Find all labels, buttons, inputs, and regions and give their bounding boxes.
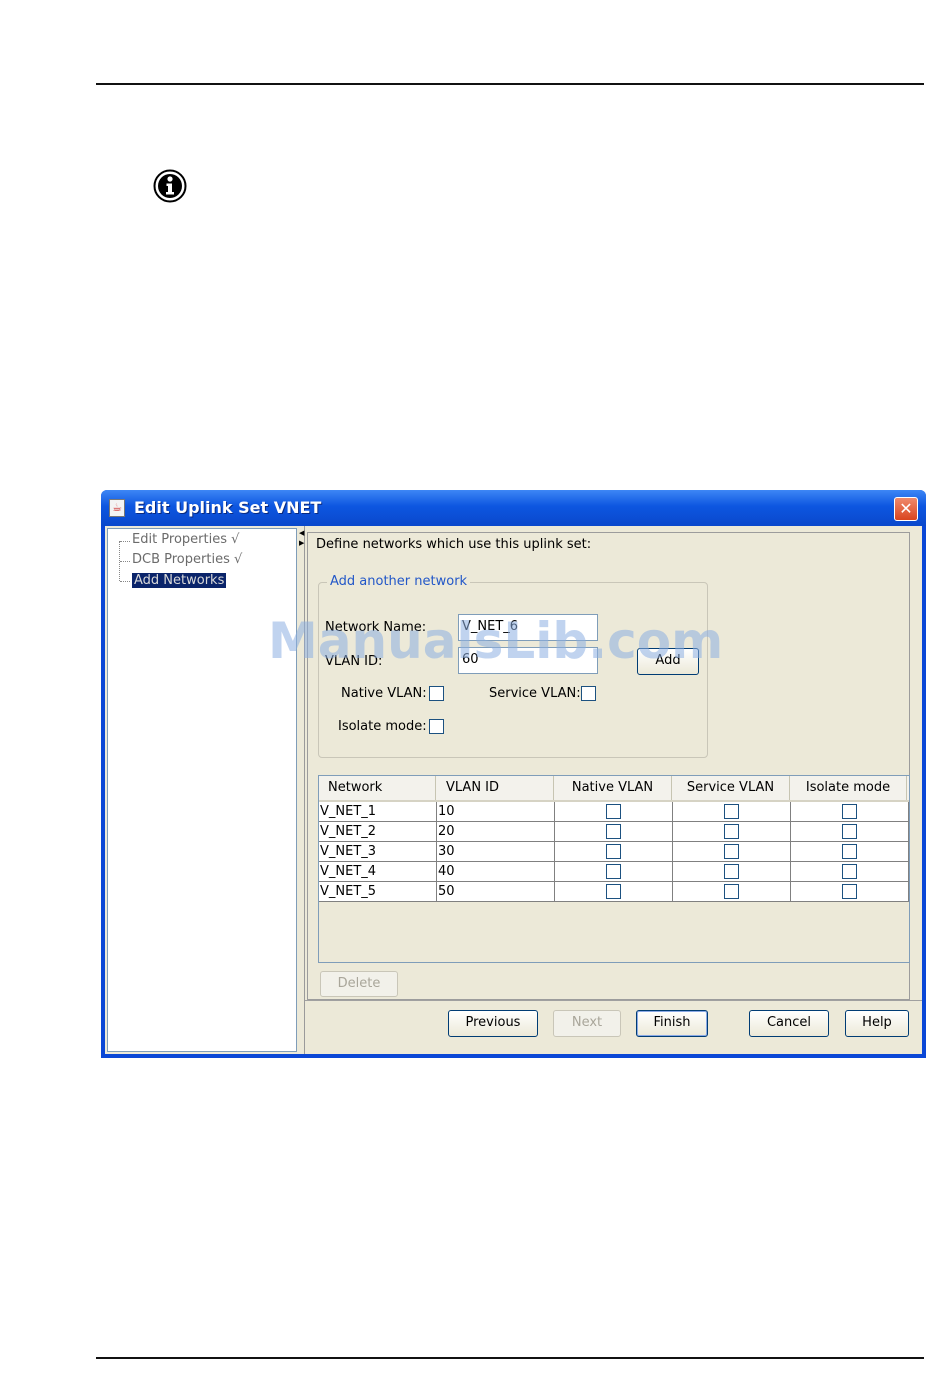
tree-connector (120, 561, 130, 562)
tree-connector (120, 581, 130, 582)
network-name-input[interactable]: V_NET_6 (458, 614, 598, 641)
cell-vlan-id[interactable]: 10 (437, 802, 555, 822)
cell-service-vlan (673, 822, 791, 842)
cell-isolate-mode (791, 802, 909, 822)
info-icon (153, 169, 187, 203)
isolate-mode-checkbox[interactable] (842, 804, 857, 819)
table-header: Network VLAN ID Native VLAN Service VLAN… (319, 776, 909, 802)
service-vlan-checkbox[interactable] (581, 686, 596, 701)
tree-item-edit-properties[interactable]: Edit Properties √ (132, 532, 239, 547)
cell-native-vlan (555, 882, 673, 902)
dialog-client-area: Edit Properties √ DCB Properties √ Add N… (105, 526, 922, 1054)
column-header-native-vlan[interactable]: Native VLAN (554, 776, 672, 800)
splitter-left-arrow-icon[interactable]: ◀ (299, 529, 304, 537)
add-network-group: Add another network Network Name: V_NET_… (318, 574, 708, 758)
network-name-label: Network Name: (325, 620, 427, 635)
close-button[interactable]: ✕ (894, 497, 918, 521)
service-vlan-checkbox[interactable] (724, 824, 739, 839)
column-header-network[interactable]: Network (319, 776, 436, 800)
tree-connector (120, 541, 130, 542)
cell-vlan-id[interactable]: 30 (437, 842, 555, 862)
add-networks-panel: Define networks which use this uplink se… (307, 532, 910, 1000)
native-vlan-checkbox[interactable] (606, 844, 621, 859)
button-bar-divider (305, 1000, 922, 1001)
instruction-text: Define networks which use this uplink se… (316, 537, 592, 552)
native-vlan-label: Native VLAN: (341, 686, 427, 701)
native-vlan-checkbox[interactable] (606, 884, 621, 899)
cell-service-vlan (673, 882, 791, 902)
title-bar[interactable]: ☕ Edit Uplink Set VNET ✕ (101, 490, 926, 526)
add-button[interactable]: Add (637, 648, 699, 675)
cell-isolate-mode (791, 842, 909, 862)
column-header-isolate-mode[interactable]: Isolate mode (790, 776, 907, 800)
finish-button[interactable]: Finish (636, 1010, 708, 1037)
pane-splitter[interactable]: ◀ ▶ (297, 526, 305, 1054)
table-row[interactable]: V_NET_1 10 (319, 802, 909, 822)
wizard-step-tree: Edit Properties √ DCB Properties √ Add N… (107, 528, 297, 1052)
cell-vlan-id[interactable]: 50 (437, 882, 555, 902)
cell-service-vlan (673, 842, 791, 862)
isolate-mode-checkbox[interactable] (842, 824, 857, 839)
cell-native-vlan (555, 842, 673, 862)
service-vlan-checkbox[interactable] (724, 804, 739, 819)
cell-isolate-mode (791, 822, 909, 842)
next-button[interactable]: Next (553, 1010, 621, 1037)
vlan-id-label: VLAN ID: (325, 654, 383, 669)
service-vlan-checkbox[interactable] (724, 864, 739, 879)
native-vlan-checkbox[interactable] (606, 824, 621, 839)
cell-network[interactable]: V_NET_5 (319, 882, 437, 902)
cancel-button[interactable]: Cancel (749, 1010, 829, 1037)
native-vlan-checkbox[interactable] (606, 804, 621, 819)
cell-native-vlan (555, 802, 673, 822)
group-legend: Add another network (327, 574, 471, 589)
isolate-mode-checkbox[interactable] (842, 864, 857, 879)
isolate-mode-checkbox[interactable] (842, 844, 857, 859)
cell-vlan-id[interactable]: 40 (437, 862, 555, 882)
java-app-icon: ☕ (109, 499, 125, 517)
service-vlan-checkbox[interactable] (724, 884, 739, 899)
cell-service-vlan (673, 802, 791, 822)
column-header-service-vlan[interactable]: Service VLAN (672, 776, 790, 800)
cell-network[interactable]: V_NET_3 (319, 842, 437, 862)
cell-network[interactable]: V_NET_2 (319, 822, 437, 842)
vlan-id-input[interactable]: 60 (458, 647, 598, 674)
isolate-mode-label: Isolate mode: (338, 719, 427, 734)
service-vlan-checkbox[interactable] (724, 844, 739, 859)
help-button[interactable]: Help (845, 1010, 909, 1037)
table-row[interactable]: V_NET_4 40 (319, 862, 909, 882)
splitter-right-arrow-icon[interactable]: ▶ (299, 539, 304, 547)
networks-table: Network VLAN ID Native VLAN Service VLAN… (318, 775, 910, 963)
isolate-mode-checkbox[interactable] (429, 719, 444, 734)
tree-item-dcb-properties[interactable]: DCB Properties √ (132, 552, 242, 567)
previous-button[interactable]: Previous (448, 1010, 538, 1037)
cell-service-vlan (673, 862, 791, 882)
edit-uplink-set-dialog: ☕ Edit Uplink Set VNET ✕ Edit Properties… (101, 490, 926, 1058)
service-vlan-label: Service VLAN: (489, 686, 581, 701)
cell-network[interactable]: V_NET_1 (319, 802, 437, 822)
native-vlan-checkbox[interactable] (606, 864, 621, 879)
column-header-vlan-id[interactable]: VLAN ID (436, 776, 554, 800)
window-title: Edit Uplink Set VNET (134, 498, 322, 517)
cell-native-vlan (555, 822, 673, 842)
native-vlan-checkbox[interactable] (429, 686, 444, 701)
page-header-rule (96, 83, 924, 85)
isolate-mode-checkbox[interactable] (842, 884, 857, 899)
cell-native-vlan (555, 862, 673, 882)
delete-button[interactable]: Delete (320, 971, 398, 997)
cell-network[interactable]: V_NET_4 (319, 862, 437, 882)
cell-isolate-mode (791, 862, 909, 882)
table-row[interactable]: V_NET_2 20 (319, 822, 909, 842)
table-row[interactable]: V_NET_5 50 (319, 882, 909, 902)
cell-isolate-mode (791, 882, 909, 902)
cell-vlan-id[interactable]: 20 (437, 822, 555, 842)
table-row[interactable]: V_NET_3 30 (319, 842, 909, 862)
page-footer-rule (96, 1357, 924, 1359)
tree-item-add-networks[interactable]: Add Networks (132, 573, 227, 588)
wizard-button-bar: Previous Next Finish Cancel Help (305, 1000, 922, 1054)
